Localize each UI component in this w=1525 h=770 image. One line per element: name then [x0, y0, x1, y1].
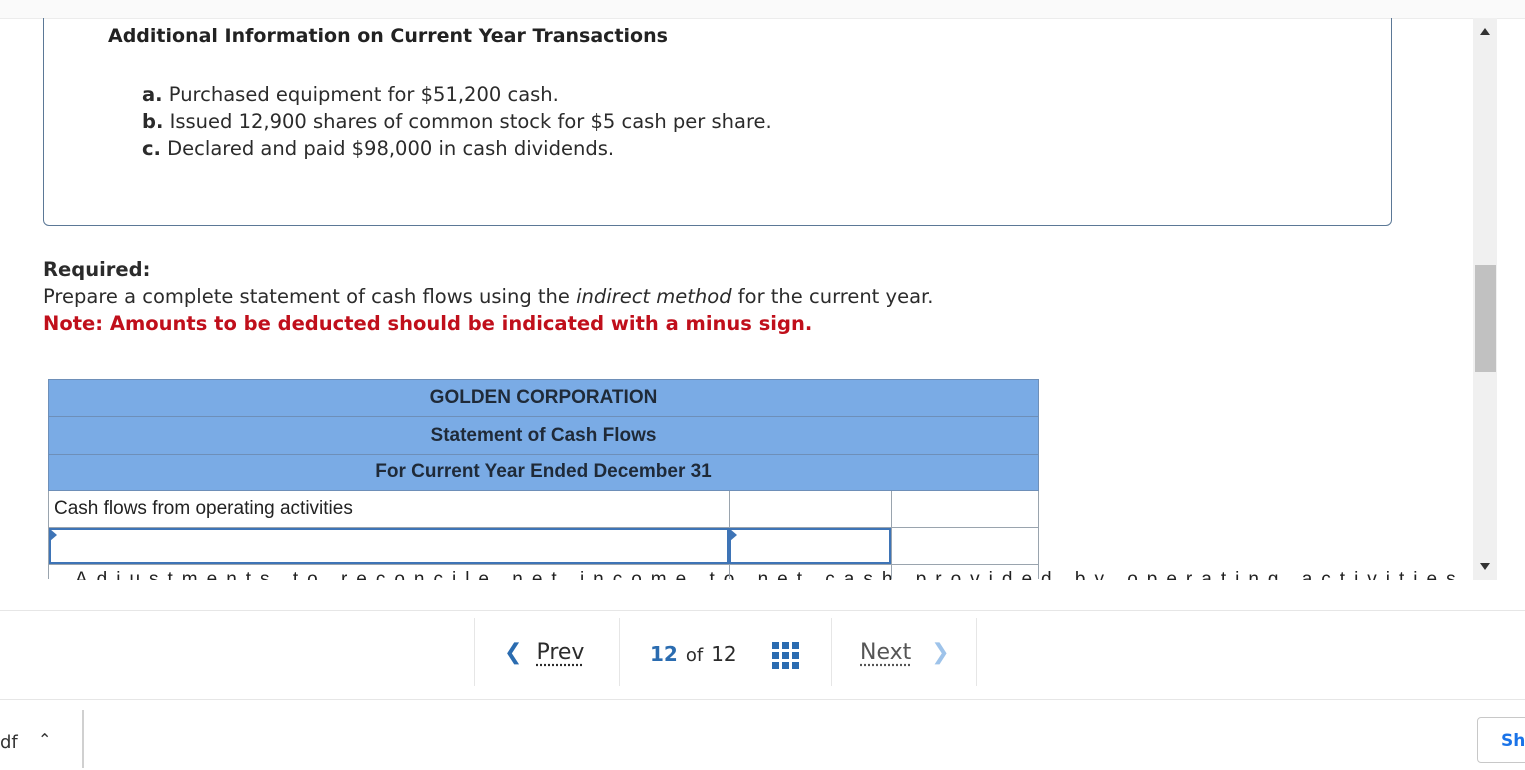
scroll-down-arrow-icon[interactable]	[1480, 563, 1490, 570]
required-text-emphasis: indirect method	[576, 285, 732, 308]
page-indicator: 12 of 12	[650, 642, 737, 666]
question-pager: ❮ Prev 12 of 12 Next ❯	[474, 618, 978, 686]
total-cell	[891, 565, 1038, 579]
item-letter: c.	[142, 137, 161, 160]
total-pages: 12	[711, 642, 737, 666]
show-all-label: Sh	[1501, 731, 1525, 751]
item-text: Purchased equipment for $51,200 cash.	[168, 83, 559, 106]
statement-period: For Current Year Ended December 31	[48, 454, 1039, 491]
additional-info-box: Additional Information on Current Year T…	[43, 18, 1392, 226]
item-text: Declared and paid $98,000 in cash divide…	[167, 137, 615, 160]
item-letter: a.	[142, 83, 163, 106]
scroll-up-arrow-icon[interactable]	[1480, 28, 1490, 35]
table-row	[48, 528, 1039, 565]
table-row: Cash flows from operating activities	[48, 491, 1039, 528]
row-label: Cash flows from operating activities	[54, 498, 353, 519]
statement-title: Statement of Cash Flows	[48, 416, 1039, 454]
amount-cell	[729, 565, 891, 579]
current-page: 12	[650, 642, 678, 666]
browser-top-strip	[0, 0, 1525, 19]
scrollbar-thumb[interactable]	[1475, 265, 1496, 372]
pager-divider	[976, 618, 977, 686]
prev-label: Prev	[536, 640, 585, 665]
transaction-list: a. Purchased equipment for $51,200 cash.…	[142, 81, 772, 162]
row-label-input[interactable]	[49, 528, 729, 564]
statement-company: GOLDEN CORPORATION	[48, 379, 1039, 416]
pager-divider	[619, 618, 620, 686]
row-label: Adjustments to reconcile net income to n…	[49, 565, 1456, 580]
table-row: Adjustments to reconcile net income to n…	[48, 565, 1456, 580]
prev-button[interactable]: ❮ Prev	[504, 640, 584, 665]
item-letter: b.	[142, 110, 164, 133]
show-all-button[interactable]: Sh	[1477, 717, 1525, 763]
page-of: of	[685, 645, 704, 666]
amount-input[interactable]	[729, 528, 891, 564]
vertical-scrollbar[interactable]	[1473, 18, 1497, 580]
next-button[interactable]: Next ❯	[860, 640, 950, 665]
next-label: Next	[860, 640, 912, 665]
transaction-item-a: a. Purchased equipment for $51,200 cash.	[142, 81, 772, 108]
required-text: Prepare a complete statement of cash flo…	[43, 285, 933, 308]
amount-cell	[729, 491, 891, 527]
chevron-left-icon: ❮	[504, 640, 523, 665]
download-bar: df ⌃ Sh	[0, 699, 1525, 770]
transaction-item-c: c. Declared and paid $98,000 in cash div…	[142, 135, 772, 162]
pager-divider	[0, 610, 1525, 611]
question-grid-icon[interactable]	[772, 642, 799, 669]
cash-flow-statement-table: GOLDEN CORPORATION Statement of Cash Flo…	[48, 379, 1456, 580]
download-separator	[82, 710, 84, 768]
required-label: Required:	[43, 258, 151, 281]
required-text-end: for the current year.	[731, 285, 934, 308]
chevron-right-icon: ❯	[931, 640, 950, 665]
total-cell	[891, 491, 1038, 527]
item-text: Issued 12,900 shares of common stock for…	[169, 110, 772, 133]
required-text-start: Prepare a complete statement of cash flo…	[43, 285, 577, 308]
download-file-name[interactable]: df	[0, 732, 18, 753]
pager-divider	[831, 618, 832, 686]
question-scroll-area: Additional Information on Current Year T…	[0, 18, 1470, 580]
transaction-item-b: b. Issued 12,900 shares of common stock …	[142, 108, 772, 135]
pager-divider	[474, 618, 475, 686]
additional-info-title: Additional Information on Current Year T…	[108, 25, 668, 47]
chevron-up-icon[interactable]: ⌃	[38, 730, 51, 749]
required-note: Note: Amounts to be deducted should be i…	[43, 312, 813, 335]
total-cell	[891, 528, 1038, 564]
